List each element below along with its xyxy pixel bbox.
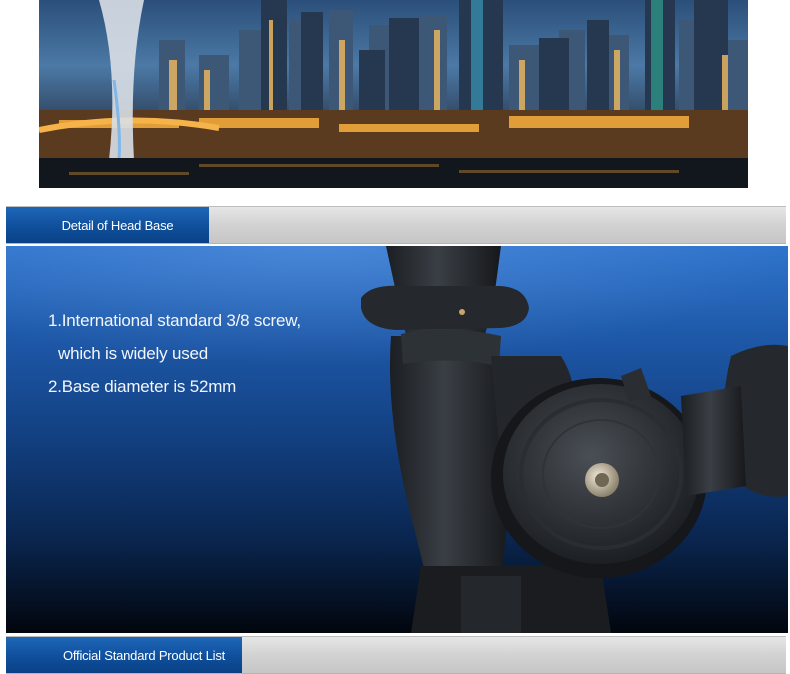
- feature-list: 1.International standard 3/8 screw, whic…: [48, 304, 301, 403]
- section-title: Detail of Head Base: [61, 217, 174, 233]
- section-title: Official Standard Product List: [62, 647, 226, 663]
- section-tab-product-list: Official Standard Product List: [6, 637, 242, 673]
- feature-item: 1.International standard 3/8 screw,: [48, 311, 301, 330]
- tripod-head-image: [361, 246, 788, 633]
- feature-item: 2.Base diameter is 52mm: [48, 377, 237, 396]
- feature-item: which is widely used: [58, 344, 209, 363]
- head-base-detail-panel: 1.International standard 3/8 screw, whic…: [6, 246, 788, 633]
- section-tab-head-base: Detail of Head Base: [6, 207, 209, 243]
- city-skyline-image: [39, 0, 748, 188]
- section-header-product-list: Official Standard Product List: [6, 636, 786, 674]
- section-header-head-base: Detail of Head Base: [6, 206, 786, 244]
- city-skyline-banner: [39, 0, 748, 188]
